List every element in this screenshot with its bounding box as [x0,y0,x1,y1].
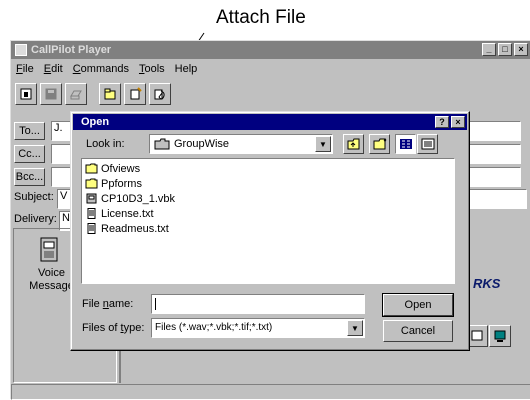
menubar: File Edit Commands Tools Help [11,60,530,77]
to-button[interactable]: To... [14,122,45,140]
details-view-button[interactable] [417,134,438,154]
list-item[interactable]: CP10D3_1.vbk [82,191,454,206]
menu-edit[interactable]: Edit [39,63,68,75]
look-in-value: GroupWise [174,138,230,150]
file-list: Ofviews Ppforms CP10D3_1.vbk License.txt… [81,158,455,284]
folder-icon [85,163,98,174]
list-item[interactable]: Ofviews [82,161,454,176]
open-dialog: Open ? × Look in: GroupWise ▼ Ofviews Pp… [70,111,470,351]
window-titlebar: CallPilot Player [11,41,530,59]
text-file-icon [87,208,96,219]
window-title: CallPilot Player [31,44,112,56]
menu-file[interactable]: File [11,63,39,75]
dialog-controls: ? × [435,116,465,128]
minimize-button[interactable]: _ [482,43,496,56]
file-name-label: File name: [82,298,134,310]
chevron-down-icon[interactable]: ▼ [347,320,363,336]
delivery-label: Delivery: [14,213,57,225]
list-view-button[interactable] [395,134,416,154]
new-folder-icon[interactable] [99,83,121,105]
folder-icon [85,178,98,189]
look-in-label: Look in: [86,138,125,150]
callout-label: Attach File [216,7,306,28]
app-icon [15,44,27,56]
text-cursor [155,298,156,310]
voice-message-icon[interactable] [38,237,60,266]
help-button[interactable]: ? [435,116,449,128]
look-in-combo[interactable]: GroupWise ▼ [149,134,333,154]
text-file-icon [87,223,96,234]
menu-commands[interactable]: Commands [68,63,134,75]
open-button[interactable]: Open [382,293,454,317]
status-bar [11,384,530,400]
printer-icon[interactable] [15,83,37,105]
subject-label: Subject: [14,191,54,203]
toolbar [15,83,171,105]
bcc-button[interactable]: Bcc... [14,168,45,186]
menu-tools[interactable]: Tools [134,63,170,75]
chevron-down-icon[interactable]: ▼ [315,136,331,152]
cancel-button[interactable]: Cancel [383,320,453,342]
folder-icon [154,138,170,150]
maximize-button[interactable]: □ [498,43,512,56]
attach-file-icon[interactable] [149,83,171,105]
close-button[interactable]: × [514,43,528,56]
dialog-close-button[interactable]: × [451,116,465,128]
file-name-input[interactable] [151,294,365,314]
dialog-title: Open [81,116,110,128]
dialog-titlebar: Open [73,114,467,130]
list-item[interactable]: License.txt [82,206,454,221]
notes-icon[interactable] [124,83,146,105]
list-item[interactable]: Readmeus.txt [82,221,454,236]
brand-text: RKS [473,276,501,291]
files-of-type-label: Files of type: [82,322,145,334]
create-folder-button[interactable] [369,134,390,154]
menu-help[interactable]: Help [170,63,203,75]
up-one-level-button[interactable] [343,134,364,154]
list-item[interactable]: Ppforms [82,176,454,191]
window-controls: _ □ × [482,43,528,56]
save-icon[interactable] [40,83,62,105]
print-icon[interactable] [65,83,87,105]
vbk-file-icon [86,193,97,204]
cc-button[interactable]: Cc... [14,145,45,163]
monitor-icon[interactable] [489,325,511,347]
files-of-type-select[interactable]: Files (*.wav;*.vbk;*.tif;*.txt) ▼ [151,318,365,338]
